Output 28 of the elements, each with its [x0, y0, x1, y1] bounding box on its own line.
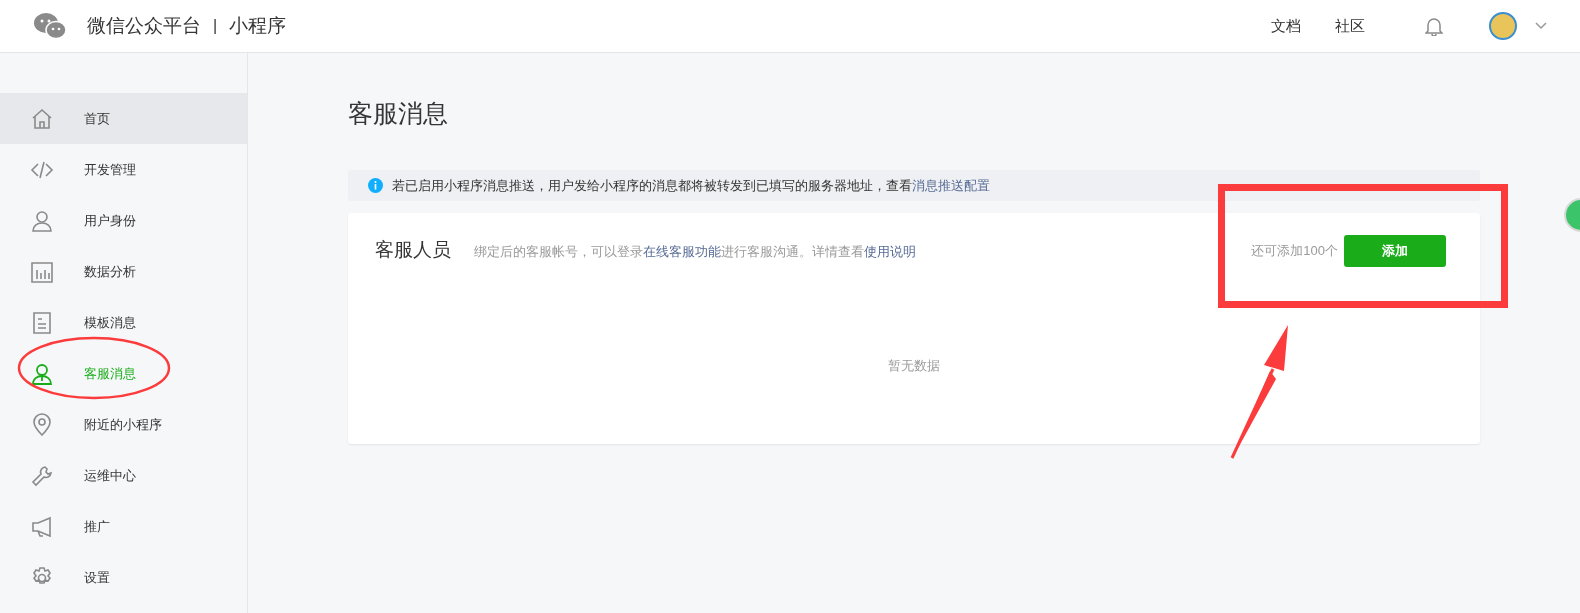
notice-text: 若已启用小程序消息推送，用户发给小程序的消息都将被转发到已填写的服务器地址，查看消息推送配置: [392, 176, 990, 195]
header-link[interactable]: 社区: [1335, 14, 1365, 38]
section-description: 绑定后的客服帐号，可以登录在线客服功能进行客服沟通。详情查看使用说明: [474, 243, 916, 262]
brand-title: 微信公众平台: [87, 13, 201, 38]
title-separator: |: [213, 16, 218, 36]
page-title: 客服消息: [348, 98, 449, 129]
bell-icon[interactable]: [1425, 16, 1443, 36]
chat-bubbles-icon: [33, 12, 67, 40]
document-icon: [30, 310, 54, 335]
empty-state-text: 暂无数据: [887, 357, 941, 375]
bar-chart-icon: [30, 259, 54, 284]
section-title: 客服人员: [375, 238, 451, 263]
home-icon: [30, 106, 54, 131]
wrench-icon: [30, 463, 54, 488]
person-icon: [30, 361, 54, 386]
push-config-link[interactable]: 消息推送配置: [912, 177, 990, 193]
map-pin-icon: [30, 412, 54, 437]
chevron-down-icon[interactable]: [1535, 22, 1547, 30]
sidebar-item[interactable]: 首页: [0, 93, 247, 144]
header-link[interactable]: 文档: [1271, 14, 1301, 38]
online-service-link[interactable]: 在线客服功能: [643, 244, 721, 260]
megaphone-icon: [30, 514, 54, 539]
usage-guide-link[interactable]: 使用说明: [864, 244, 916, 260]
remaining-count: 还可添加100个: [1251, 241, 1338, 260]
info-icon: [368, 178, 383, 193]
person-icon: [30, 208, 54, 233]
avatar[interactable]: [1489, 12, 1517, 40]
product-title: 小程序: [229, 13, 287, 38]
